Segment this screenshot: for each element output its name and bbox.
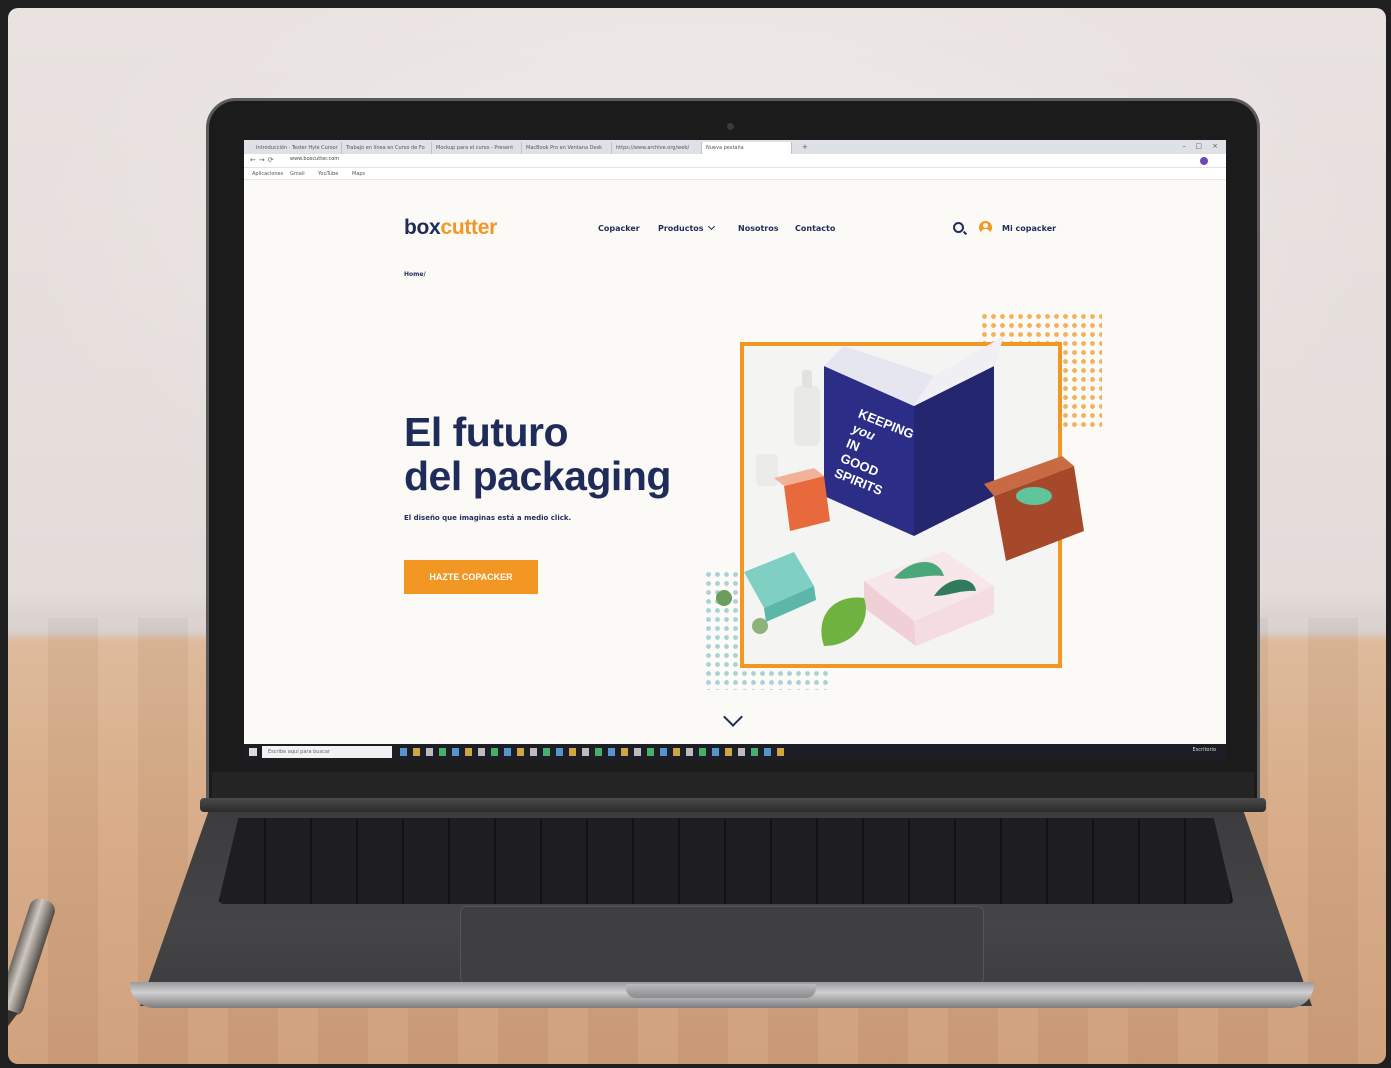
boxcutter-logo[interactable]: boxcutter [404, 216, 497, 240]
maximize-icon[interactable]: □ [1195, 142, 1202, 150]
white-bottle [794, 386, 820, 446]
browser-tab[interactable]: Introducción · Tester Hyle Cursor [252, 142, 342, 154]
address-bar: ←→⟳ www.boxcutter.com [244, 154, 1226, 168]
browser-tab-active[interactable]: Nueva pestaña [702, 142, 792, 154]
succulent [752, 618, 768, 634]
windows-start-icon[interactable] [249, 748, 257, 756]
bookmark-item[interactable]: Aplicaciones [252, 171, 283, 177]
browser-tab[interactable]: Mockup para el curso - Present [432, 142, 522, 154]
close-icon[interactable]: × [1212, 142, 1218, 150]
logo-text-box: box [404, 216, 441, 239]
trackpad [460, 906, 984, 984]
laptop-hinge [200, 798, 1266, 812]
minimize-icon[interactable]: – [1183, 142, 1187, 150]
extension-icon[interactable] [1200, 157, 1208, 165]
account-link[interactable]: Mi copacker [1002, 224, 1056, 233]
hippo-figurine [1016, 487, 1052, 505]
nav-nosotros[interactable]: Nosotros [738, 224, 778, 233]
browser-nav-icons[interactable]: ←→⟳ [250, 156, 277, 164]
hero-title: El futuro del packaging [404, 410, 744, 498]
laptop-screen: Introducción · Tester Hyle Cursor Trabaj… [244, 140, 1226, 760]
url-field[interactable]: www.boxcutter.com [290, 156, 339, 162]
hero-title-line2: del packaging [404, 453, 671, 499]
laptop-notch [626, 984, 816, 998]
breadcrumb[interactable]: Home/ [404, 271, 426, 278]
windows-taskbar: Escribe aquí para buscar Escritorio [244, 744, 1226, 760]
nav-contacto[interactable]: Contacto [795, 224, 835, 233]
taskbar-search-input[interactable]: Escribe aquí para buscar [262, 746, 392, 758]
search-icon[interactable] [953, 222, 964, 233]
new-tab-icon[interactable]: + [802, 143, 808, 151]
hazte-copacker-button[interactable]: HAZTE COPACKER [404, 560, 538, 594]
keyboard [218, 818, 1234, 904]
hero-title-line1: El futuro [404, 409, 569, 455]
webcam [727, 123, 734, 130]
user-icon[interactable] [979, 221, 992, 234]
white-jar [756, 454, 778, 486]
browser-tab[interactable]: Trabajo en línea en Curso de Fo [342, 142, 432, 154]
nav-copacker[interactable]: Copacker [598, 224, 640, 233]
logo-text-cutter: cutter [440, 216, 497, 239]
succulent [716, 590, 732, 606]
browser-tab[interactable]: MacBook Pro en Ventana Desk [522, 142, 612, 154]
browser-tab[interactable]: https://www.archive.org/web/ [612, 142, 702, 154]
monstera-leaf [821, 597, 866, 646]
bookmark-item[interactable]: Gmail [290, 171, 305, 177]
bookmark-item[interactable]: YouTube [318, 171, 338, 177]
browser-tab-strip: Introducción · Tester Hyle Cursor Trabaj… [244, 140, 1226, 154]
nav-productos-label: Productos [658, 224, 704, 233]
bottle-cap [802, 370, 812, 388]
nav-productos[interactable]: Productos [658, 222, 715, 233]
bookmarks-bar: Aplicaciones Gmail YouTube Maps [244, 168, 1226, 180]
bookmark-item[interactable]: Maps [352, 171, 365, 177]
chevron-down-icon [707, 222, 715, 231]
packaging-product-image: KEEPING you IN GOOD SPIRITS [716, 336, 1084, 646]
taskbar-app-icons[interactable] [400, 748, 790, 756]
system-tray[interactable]: Escritorio [1193, 747, 1216, 753]
hero-subtitle: El diseño que imaginas está a medio clic… [404, 514, 572, 522]
scroll-down-icon[interactable] [723, 707, 743, 727]
